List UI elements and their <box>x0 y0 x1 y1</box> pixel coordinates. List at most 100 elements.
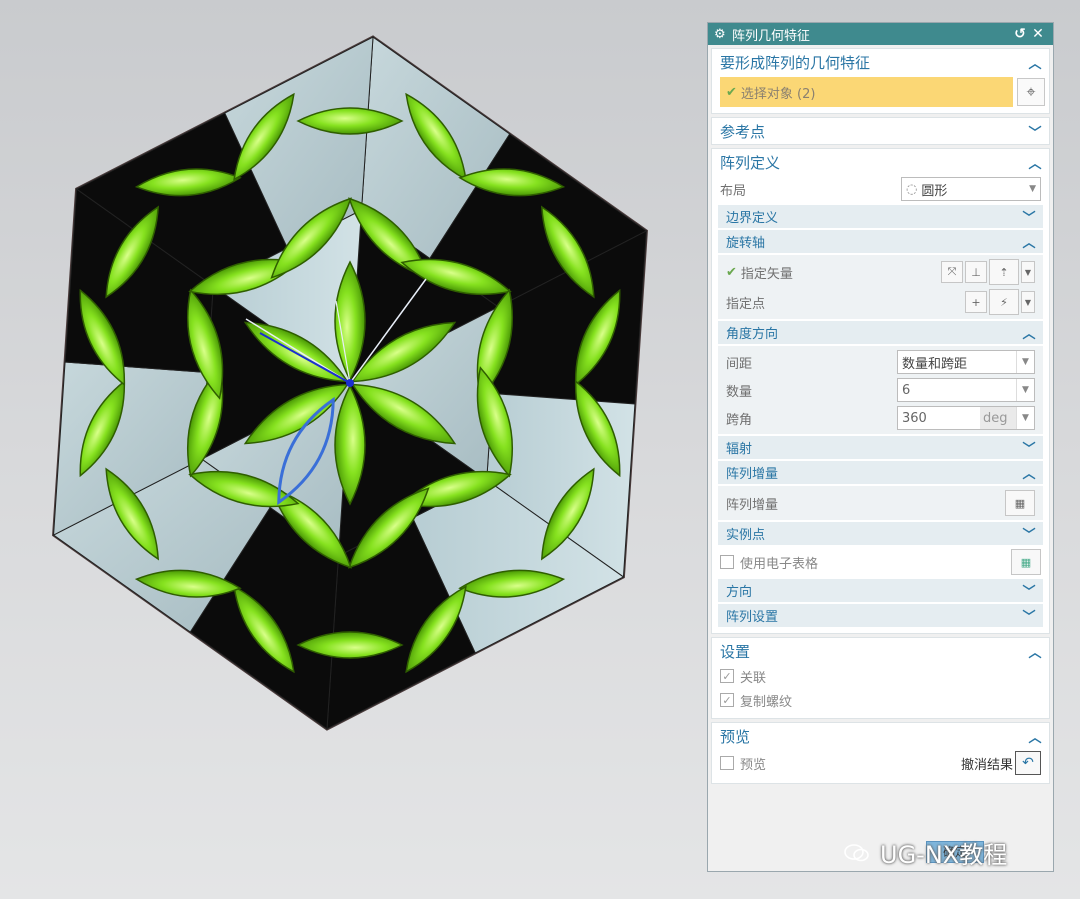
count-value: 6 <box>902 382 911 398</box>
vector-dialog-icon[interactable]: ⊥ <box>965 261 987 283</box>
rotation-center-point <box>346 379 354 387</box>
copy-threads-checkbox[interactable]: ✓ <box>720 693 734 707</box>
associative-checkbox[interactable]: ✓ <box>720 669 734 683</box>
pattern-definition-header[interactable]: 阵列定义 ︿ <box>712 149 1049 175</box>
angle-direction-header[interactable]: 角度方向 ︿ <box>718 321 1043 344</box>
select-object-field[interactable]: ✔ 选择对象 (2) <box>720 77 1013 107</box>
hexagon-pattern-model[interactable] <box>0 0 700 899</box>
chevron-down-icon[interactable]: ﹀ <box>1021 207 1037 226</box>
rotation-axis-header[interactable]: 旋转轴 ︿ <box>718 230 1043 253</box>
boundary-definition-header[interactable]: 边界定义 ﹀ <box>718 205 1043 228</box>
close-icon[interactable]: ✕ <box>1029 26 1047 42</box>
watermark: UG-NX教程 <box>844 835 1007 870</box>
chevron-up-icon[interactable]: ︿ <box>1021 463 1037 482</box>
dialog-footer: 确定 UG-NX教程 <box>708 829 1053 871</box>
layout-dropdown[interactable]: ◌ 圆形 ▼ <box>901 177 1041 201</box>
layout-label: 布局 <box>720 183 747 199</box>
orientation-header[interactable]: 方向 ﹀ <box>718 579 1043 602</box>
pattern-definition-label: 阵列定义 <box>720 153 781 172</box>
preview-header[interactable]: 预览 ︿ <box>712 723 1049 749</box>
pattern-increment-header[interactable]: 阵列增量 ︿ <box>718 461 1043 484</box>
reset-icon[interactable]: ↺ <box>1011 26 1029 42</box>
point-type-icon[interactable]: ⚡ <box>989 289 1019 315</box>
pattern-settings-header[interactable]: 阵列设置 ﹀ <box>718 604 1043 627</box>
dropdown-arrow-icon[interactable]: ▼ <box>1021 261 1035 283</box>
geometry-to-pattern-label: 要形成阵列的几何特征 <box>720 53 871 72</box>
increment-table-icon[interactable]: ▦ <box>1005 490 1035 516</box>
chevron-up-icon[interactable]: ︿ <box>1021 232 1037 251</box>
settings-header[interactable]: 设置 ︿ <box>712 638 1049 664</box>
specify-vector-label: 指定矢量 <box>740 266 793 282</box>
pattern-increment-label: 阵列增量 <box>726 467 779 482</box>
rotation-axis-label: 旋转轴 <box>726 236 766 251</box>
geometry-to-pattern-group: 要形成阵列的几何特征 ︿ ✔ 选择对象 (2) ⌖ <box>711 48 1050 114</box>
dialog-title: 阵列几何特征 <box>732 28 811 44</box>
associative-label: 关联 <box>740 670 767 686</box>
dropdown-arrow-icon[interactable]: ▼ <box>1016 379 1034 401</box>
chevron-down-icon[interactable]: ﹀ <box>1027 122 1043 141</box>
radiate-label: 辐射 <box>726 442 753 457</box>
spreadsheet-checkbox[interactable] <box>720 555 734 569</box>
pattern-increment-row-label: 阵列增量 <box>726 497 779 513</box>
preview-label: 预览 <box>740 757 767 773</box>
settings-group: 设置 ︿ ✓ 关联 ✓ 复制螺纹 <box>711 637 1050 719</box>
undo-result-label: 撤消结果 <box>960 757 1013 773</box>
orientation-label: 方向 <box>726 585 753 600</box>
graphics-viewport[interactable] <box>0 0 700 899</box>
specify-point-label: 指定点 <box>726 296 766 312</box>
pattern-geometry-dialog: ⚙ 阵列几何特征 ↺ ✕ 要形成阵列的几何特征 ︿ ✔ 选择对象 (2) ⌖ 参… <box>707 22 1054 872</box>
chevron-up-icon[interactable]: ︿ <box>1021 323 1037 342</box>
reference-point-header[interactable]: 参考点 ﹀ <box>712 118 1049 144</box>
chevron-down-icon[interactable]: ﹀ <box>1021 581 1037 600</box>
span-angle-value: 360 <box>902 410 927 426</box>
reference-point-label: 参考点 <box>720 122 766 141</box>
spacing-label: 间距 <box>726 356 753 372</box>
select-object-label: 选择对象 (2) <box>740 86 816 102</box>
count-input[interactable]: 6 ▼ <box>897 378 1035 402</box>
circular-layout-icon: ◌ <box>906 181 918 197</box>
instance-point-header[interactable]: 实例点 ﹀ <box>718 522 1043 545</box>
settings-label: 设置 <box>720 642 751 661</box>
chevron-up-icon[interactable]: ︿ <box>1027 153 1043 172</box>
chevron-down-icon[interactable]: ﹀ <box>1021 524 1037 543</box>
radiate-header[interactable]: 辐射 ﹀ <box>718 436 1043 459</box>
instance-point-label: 实例点 <box>726 528 766 543</box>
point-dialog-icon[interactable]: + <box>965 291 987 313</box>
copy-threads-label: 复制螺纹 <box>740 694 793 710</box>
spreadsheet-icon[interactable]: ▦ <box>1011 549 1041 575</box>
chevron-down-icon[interactable]: ﹀ <box>1021 606 1037 625</box>
pattern-definition-group: 阵列定义 ︿ 布局 ◌ 圆形 ▼ 边界定义 ﹀ 旋转轴 ︿ ✔ 指定矢量 ⤧ ⊥ <box>711 148 1050 634</box>
watermark-text: UG-NX教程 <box>880 841 1008 869</box>
span-angle-input[interactable]: 360 deg ▼ <box>897 406 1035 430</box>
preview-group: 预览 ︿ 预览 撤消结果 ↶ <box>711 722 1050 784</box>
chevron-down-icon[interactable]: ﹀ <box>1021 438 1037 457</box>
undo-result-button[interactable]: ↶ <box>1015 751 1041 775</box>
spreadsheet-label: 使用电子表格 <box>740 556 819 572</box>
geometry-to-pattern-header[interactable]: 要形成阵列的几何特征 ︿ <box>712 49 1049 75</box>
vector-reverse-icon[interactable]: ⤧ <box>941 261 963 283</box>
wechat-icon <box>844 843 869 861</box>
dropdown-arrow-icon[interactable]: ▼ <box>1021 291 1035 313</box>
checkmark-icon: ✔ <box>726 264 737 280</box>
checkmark-icon: ✔ <box>726 84 737 100</box>
span-angle-label: 跨角 <box>726 412 753 428</box>
chevron-up-icon[interactable]: ︿ <box>1027 727 1043 746</box>
spacing-value: 数量和跨距 <box>902 356 968 372</box>
preview-checkbox[interactable] <box>720 756 734 770</box>
angle-direction-label: 角度方向 <box>726 327 779 342</box>
dropdown-arrow-icon[interactable]: ▼ <box>1016 407 1034 429</box>
reference-point-group: 参考点 ﹀ <box>711 117 1050 145</box>
dialog-titlebar[interactable]: ⚙ 阵列几何特征 ↺ ✕ <box>708 23 1053 45</box>
span-angle-unit: deg <box>980 407 1016 429</box>
chevron-up-icon[interactable]: ︿ <box>1027 642 1043 661</box>
gear-icon: ⚙ <box>714 26 726 42</box>
spacing-dropdown[interactable]: 数量和跨距 ▼ <box>897 350 1035 374</box>
crosshair-select-button[interactable]: ⌖ <box>1017 78 1045 106</box>
chevron-up-icon[interactable]: ︿ <box>1027 53 1043 72</box>
dropdown-arrow-icon: ▼ <box>1016 351 1034 373</box>
dropdown-arrow-icon: ▼ <box>1029 184 1036 194</box>
count-label: 数量 <box>726 384 753 400</box>
vector-type-icon[interactable]: ⇡ <box>989 259 1019 285</box>
pattern-settings-label: 阵列设置 <box>726 610 779 625</box>
layout-value: 圆形 <box>921 183 948 199</box>
